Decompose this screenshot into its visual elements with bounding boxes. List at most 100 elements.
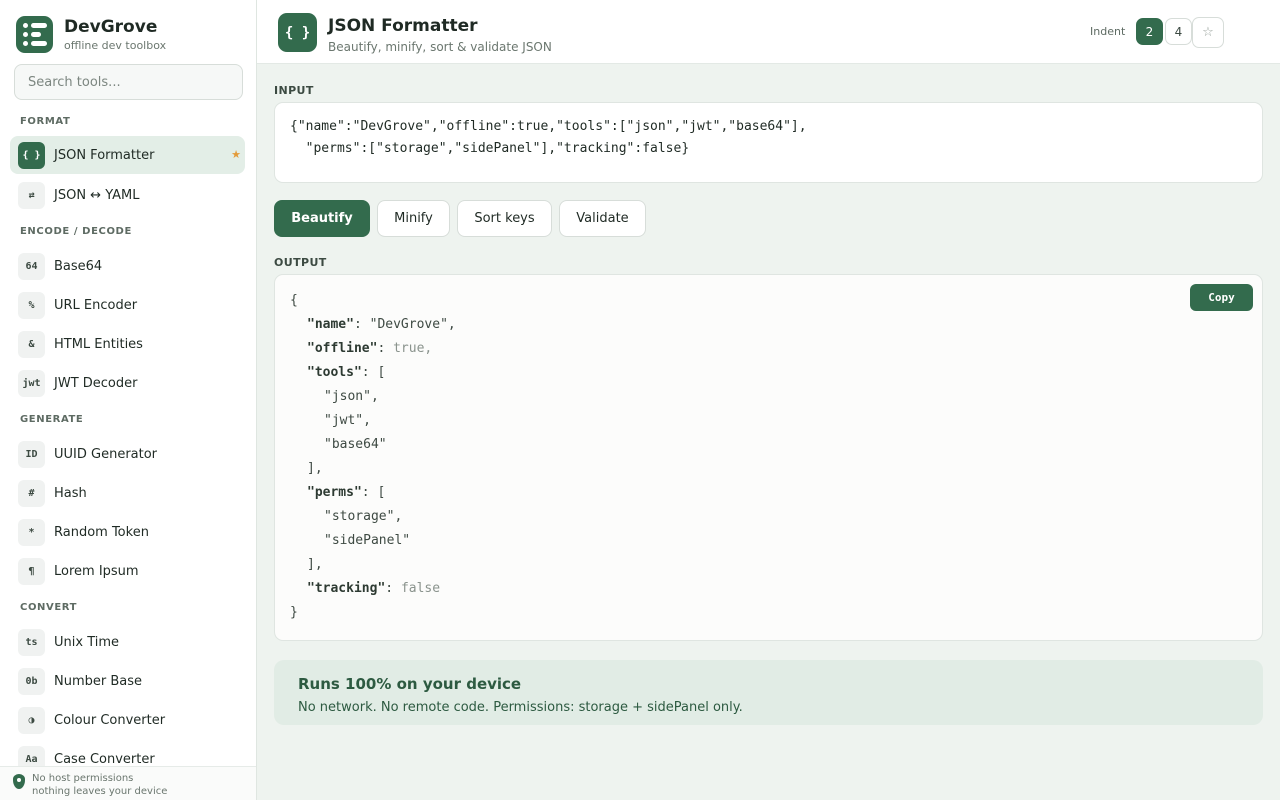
notice-text: No network. No remote code. Permissions:…: [298, 700, 743, 715]
sidebar-item-unix-time[interactable]: ts Unix Time: [10, 623, 245, 661]
indent-label: Indent: [1090, 25, 1126, 38]
toolbox-logo-icon: [16, 16, 53, 53]
code-token: false: [400, 581, 441, 596]
sort-keys-button[interactable]: Sort keys: [457, 200, 552, 237]
code-token: "storage": [324, 509, 395, 524]
sidebar-item-colour-converter[interactable]: ◑ Colour Converter: [10, 701, 245, 739]
sidebar-item-label: Unix Time: [54, 634, 120, 650]
group-label-convert: CONVERT: [20, 602, 78, 613]
code-token: ,: [363, 413, 371, 428]
sidebar-item-lorem-ipsum[interactable]: ¶ Lorem Ipsum: [10, 552, 245, 590]
shield-icon: [13, 774, 25, 789]
json-input-editor[interactable]: {"name":"DevGrove","offline":true,"tools…: [274, 102, 1263, 183]
brand-title: DevGrove: [64, 17, 158, 37]
sidebar-item-label: JSON Formatter: [54, 147, 155, 163]
jwt-icon: jwt: [18, 369, 45, 397]
code-token: :: [385, 581, 401, 596]
code-token: "tools": [307, 365, 362, 380]
star-icon: ★: [231, 148, 241, 161]
json-output: Copy {"name": "DevGrove", "offline": true…: [274, 274, 1263, 641]
asterisk-icon: *: [18, 518, 45, 546]
sidebar: DevGrove offline dev toolbox FORMAT { } …: [0, 0, 257, 800]
code-token: "base64": [324, 437, 387, 452]
sidebar-item-random-token[interactable]: * Random Token: [10, 513, 245, 551]
sidebar-item-label: JSON ↔ YAML: [54, 187, 140, 203]
group-label-encode-decode: ENCODE / DECODE: [20, 226, 132, 237]
privacy-notice: Runs 100% on your device No network. No …: [274, 660, 1263, 725]
output-line: "tools": [: [290, 361, 1247, 385]
code-token: true,: [393, 341, 433, 356]
output-line: "storage",: [290, 505, 1247, 529]
tool-header: { } JSON Formatter Beautify, minify, sor…: [257, 0, 1280, 64]
output-line: ],: [290, 457, 1247, 481]
output-line: }: [290, 601, 1247, 625]
sidebar-item-label: UUID Generator: [54, 446, 158, 462]
timestamp-icon: ts: [18, 628, 45, 656]
code-token: : [: [361, 365, 386, 380]
output-code: {"name": "DevGrove", "offline": true, "too…: [290, 289, 1247, 625]
braces-icon: { }: [278, 13, 317, 52]
indent-2-button[interactable]: 2: [1136, 18, 1163, 45]
output-line: ],: [290, 553, 1247, 577]
sidebar-item-json-yaml[interactable]: ⇄ JSON ↔ YAML: [10, 176, 245, 214]
sidebar-item-url-encoder[interactable]: % URL Encoder: [10, 286, 245, 324]
output-line: "json",: [290, 385, 1247, 409]
hash-icon: #: [18, 479, 45, 507]
minify-button[interactable]: Minify: [377, 200, 450, 237]
output-line: "base64": [290, 433, 1247, 457]
pilcrow-icon: ¶: [18, 557, 45, 585]
code-token: :: [353, 317, 370, 332]
braces-icon: { }: [18, 141, 45, 169]
group-label-format: FORMAT: [20, 116, 71, 127]
code-token: ],: [307, 461, 323, 476]
validate-button[interactable]: Validate: [559, 200, 646, 237]
sidebar-item-label: Case Converter: [54, 751, 155, 767]
code-token: "name": [307, 317, 354, 332]
code-token: : [: [361, 485, 386, 500]
sidebar-footer: No host permissions nothing leaves your …: [0, 766, 256, 800]
ampersand-icon: &: [18, 330, 45, 358]
sidebar-item-jwt-decoder[interactable]: jwt JWT Decoder: [10, 364, 245, 402]
output-line: {: [290, 289, 1247, 313]
output-line: "perms": [: [290, 481, 1247, 505]
half-circle-icon: ◑: [18, 706, 45, 734]
beautify-button[interactable]: Beautify: [274, 200, 370, 237]
sidebar-item-json-formatter[interactable]: { } JSON Formatter ★: [10, 136, 245, 174]
notice-title: Runs 100% on your device: [298, 675, 522, 693]
output-line: "jwt",: [290, 409, 1247, 433]
code-token: "json": [324, 389, 371, 404]
page-title: JSON Formatter: [328, 16, 478, 36]
sidebar-item-uuid-generator[interactable]: ID UUID Generator: [10, 435, 245, 473]
code-token: ],: [307, 557, 323, 572]
sidebar-item-hash[interactable]: # Hash: [10, 474, 245, 512]
binary-icon: 0b: [18, 667, 45, 695]
footer-line-2: nothing leaves your device: [32, 786, 168, 797]
code-token: "sidePanel": [324, 533, 411, 548]
sidebar-item-label: Lorem Ipsum: [54, 563, 139, 579]
output-line: "name": "DevGrove",: [290, 313, 1247, 337]
sidebar-item-label: Hash: [54, 485, 87, 501]
id-icon: ID: [18, 440, 45, 468]
code-token: {: [290, 293, 298, 308]
group-label-generate: GENERATE: [20, 414, 84, 425]
indent-4-button[interactable]: 4: [1165, 18, 1192, 45]
percent-icon: %: [18, 291, 45, 319]
code-token: "offline": [307, 341, 378, 356]
sidebar-item-label: Random Token: [54, 524, 149, 540]
search-input[interactable]: [14, 64, 243, 100]
favorite-star-icon[interactable]: ☆: [1192, 17, 1224, 48]
sidebar-item-number-base[interactable]: 0b Number Base: [10, 662, 245, 700]
sidebar-item-html-entities[interactable]: & HTML Entities: [10, 325, 245, 363]
code-token: }: [290, 605, 298, 620]
code-token: "perms": [307, 485, 362, 500]
output-line: "sidePanel": [290, 529, 1247, 553]
output-line: "offline": true,: [290, 337, 1247, 361]
sidebar-item-label: URL Encoder: [54, 297, 138, 313]
sidebar-item-label: Number Base: [54, 673, 143, 689]
code-token: ,: [394, 509, 403, 524]
page-subtitle: Beautify, minify, sort & validate JSON: [328, 40, 552, 54]
input-label: INPUT: [274, 84, 314, 97]
copy-button[interactable]: Copy: [1190, 284, 1253, 311]
code-token: ,: [370, 389, 379, 404]
sidebar-item-base64[interactable]: 64 Base64: [10, 247, 245, 285]
